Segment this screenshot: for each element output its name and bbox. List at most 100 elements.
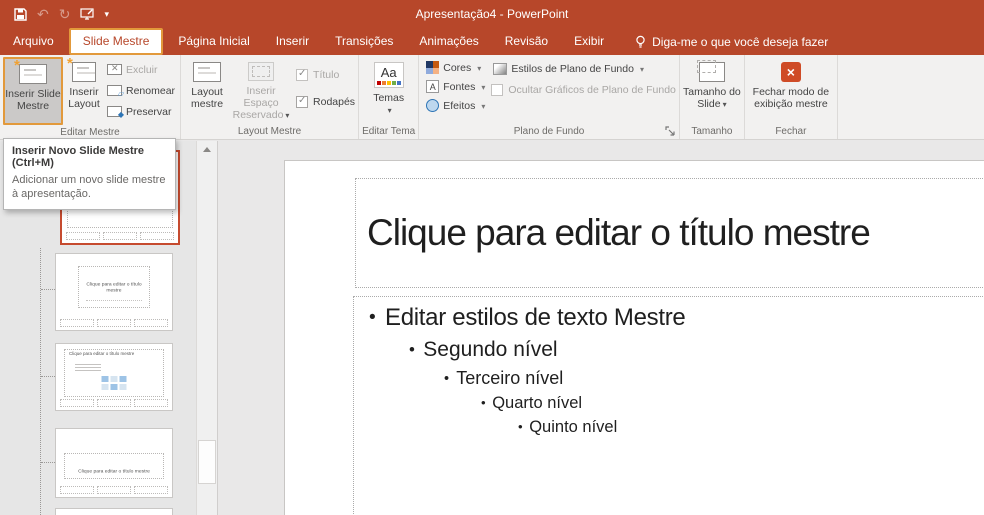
hide-background-graphics-checkbox[interactable] xyxy=(491,83,504,96)
footers-checkbox[interactable] xyxy=(296,95,309,108)
undo-button[interactable]: ↶ xyxy=(37,7,49,21)
bullet-level-4: Quarto nível xyxy=(354,394,984,413)
hide-background-graphics-row[interactable]: Ocultar Gráficos de Plano de Fundo xyxy=(491,80,676,99)
insert-layout-button[interactable]: * Inserir Layout xyxy=(63,55,105,121)
close-master-view-label: Fechar modo de exibição mestre xyxy=(752,86,830,111)
content-area: Clique para editar o título mestre Cliqu… xyxy=(0,138,984,515)
connector-stub xyxy=(41,462,55,463)
slide-editing-area: Clique para editar o título mestre Edita… xyxy=(219,141,984,515)
bullet-level-5: Quinto nível xyxy=(354,418,984,437)
rename-slide-icon: ▱ xyxy=(107,85,124,98)
themes-label: Temas xyxy=(373,92,405,104)
rename-label: Renomear xyxy=(126,84,176,97)
group-label-plano-de-fundo: Plano de Fundo xyxy=(513,126,585,137)
ribbon-empty-space xyxy=(838,55,984,139)
thumbnail-footer-placeholders xyxy=(60,399,168,407)
tab-exibir[interactable]: Exibir xyxy=(561,28,617,55)
insert-slide-master-icon: * xyxy=(14,57,47,84)
tab-animacoes[interactable]: Animações xyxy=(406,28,491,55)
chevron-down-icon xyxy=(479,81,485,93)
start-slideshow-button[interactable] xyxy=(80,8,95,20)
slide-size-icon xyxy=(696,60,725,82)
slide-size-button[interactable]: Tamanho do Slide xyxy=(683,57,741,121)
bullet-level-2: Segundo nível xyxy=(354,338,984,362)
tellme-box[interactable]: Diga-me o que você deseja fazer xyxy=(625,28,838,55)
group-label-tamanho: Tamanho xyxy=(691,126,733,137)
group-editar-tema: Aa Temas Editar Tema xyxy=(359,55,420,139)
insert-slide-master-button[interactable]: * Inserir Slide Mestre xyxy=(5,57,61,123)
chevron-down-icon xyxy=(283,109,289,121)
dialog-launcher-button[interactable] xyxy=(665,126,676,137)
colors-button[interactable]: Cores xyxy=(424,59,487,76)
group-layout-mestre: Layout mestre Inserir Espaço Reservado T… xyxy=(181,55,360,139)
x-mark-icon: ✕ xyxy=(111,63,119,73)
customize-qat-button[interactable]: ▾ xyxy=(104,8,109,19)
insert-layout-icon: * xyxy=(67,55,96,82)
delete-button[interactable]: ✕ Excluir xyxy=(105,61,177,78)
tab-pagina-inicial[interactable]: Página Inicial xyxy=(165,28,262,55)
thumbnail-footer-placeholders xyxy=(66,232,174,240)
undo-icon: ↶ xyxy=(37,6,49,22)
colors-label: Cores xyxy=(443,61,472,74)
ribbon: * Inserir Slide Mestre * Inserir Layout … xyxy=(0,55,984,140)
close-master-view-button[interactable]: × Fechar modo de exibição mestre xyxy=(748,57,834,121)
redo-button[interactable]: ↻ xyxy=(59,7,71,21)
new-star-icon: * xyxy=(14,57,20,74)
layout-thumbnail-title[interactable]: Clique para editar o título mestre xyxy=(55,253,173,331)
preserve-button[interactable]: ◆ Preservar xyxy=(105,103,177,120)
save-button[interactable] xyxy=(14,7,27,21)
bullet-level-3: Terceiro nível xyxy=(354,368,984,389)
preserve-label: Preservar xyxy=(126,105,172,118)
insert-placeholder-button[interactable]: Inserir Espaço Reservado xyxy=(230,57,292,121)
title-placeholder[interactable]: Clique para editar o título mestre xyxy=(355,178,984,288)
group-fechar: × Fechar modo de exibição mestre Fechar xyxy=(745,55,838,139)
background-styles-button[interactable]: Estilos de Plano de Fundo xyxy=(491,60,676,77)
scroll-up-button[interactable] xyxy=(197,141,217,158)
thumbnail-placeholder-box: Clique para editar o título mestre xyxy=(78,266,150,308)
body-placeholder[interactable]: Editar estilos de texto Mestre Segundo n… xyxy=(353,296,984,515)
themes-button[interactable]: Aa Temas xyxy=(364,57,414,121)
thumbnail-content-icons xyxy=(101,376,127,390)
group-label-layout-mestre: Layout Mestre xyxy=(237,126,302,137)
tooltip-body: Adicionar um novo slide mestre à apresen… xyxy=(12,174,166,201)
insert-layout-label: Inserir Layout xyxy=(68,86,100,111)
theme-color-dots xyxy=(376,80,401,85)
footers-checkbox-row[interactable]: Rodapés xyxy=(296,92,355,111)
window-title: Apresentação4 - PowerPoint xyxy=(415,7,569,21)
close-master-view-icon: × xyxy=(780,62,801,82)
group-label-fechar: Fechar xyxy=(775,126,807,137)
chevron-down-icon xyxy=(386,104,392,116)
title-checkbox-row[interactable]: Título xyxy=(296,65,355,84)
chevron-down-icon xyxy=(479,100,485,112)
chevron-down-icon: ▾ xyxy=(104,8,109,19)
connector-stub xyxy=(41,376,55,377)
title-checkbox-label: Título xyxy=(313,68,340,81)
title-checkbox[interactable] xyxy=(296,68,309,81)
themes-icon-text: Aa xyxy=(380,64,397,80)
titlebar: ↶ ↻ ▾ Apresentação4 - PowerPoint xyxy=(0,0,984,28)
thumbnail-title-text: Clique para editar o título mestre xyxy=(69,351,135,356)
colors-icon xyxy=(426,61,440,74)
layout-thumbnail-content[interactable]: Clique para editar o título mestre xyxy=(55,343,173,411)
rename-button[interactable]: ▱ Renomear xyxy=(105,82,177,99)
effects-button[interactable]: Efeitos xyxy=(424,97,487,114)
redo-icon: ↻ xyxy=(58,6,71,22)
master-layout-button[interactable]: Layout mestre xyxy=(184,57,230,121)
tab-inserir[interactable]: Inserir xyxy=(263,28,322,55)
slide-canvas[interactable]: Clique para editar o título mestre Edita… xyxy=(284,160,984,515)
chevron-down-icon xyxy=(638,63,644,75)
tab-transicoes[interactable]: Transições xyxy=(322,28,406,55)
tab-slide-mestre[interactable]: Slide Mestre xyxy=(68,28,164,55)
tab-revisao[interactable]: Revisão xyxy=(492,28,561,55)
pin-icon: ◆ xyxy=(117,110,124,119)
insert-placeholder-label: Inserir Espaço Reservado xyxy=(230,85,292,121)
quick-access-toolbar: ↶ ↻ ▾ xyxy=(14,0,109,28)
tab-arquivo[interactable]: Arquivo xyxy=(0,28,67,55)
layout-thumbnail-section[interactable]: Clique para editar o título mestre xyxy=(55,428,173,498)
fonts-button[interactable]: A Fontes xyxy=(424,78,487,95)
scrollbar-thumb[interactable] xyxy=(198,440,216,484)
thumbnail-panel-scrollbar[interactable] xyxy=(196,141,217,515)
dialog-launcher-icon xyxy=(665,126,675,136)
ribbon-tab-row: Arquivo Slide Mestre Página Inicial Inse… xyxy=(0,28,984,55)
layout-thumbnail-partial[interactable] xyxy=(55,508,173,515)
